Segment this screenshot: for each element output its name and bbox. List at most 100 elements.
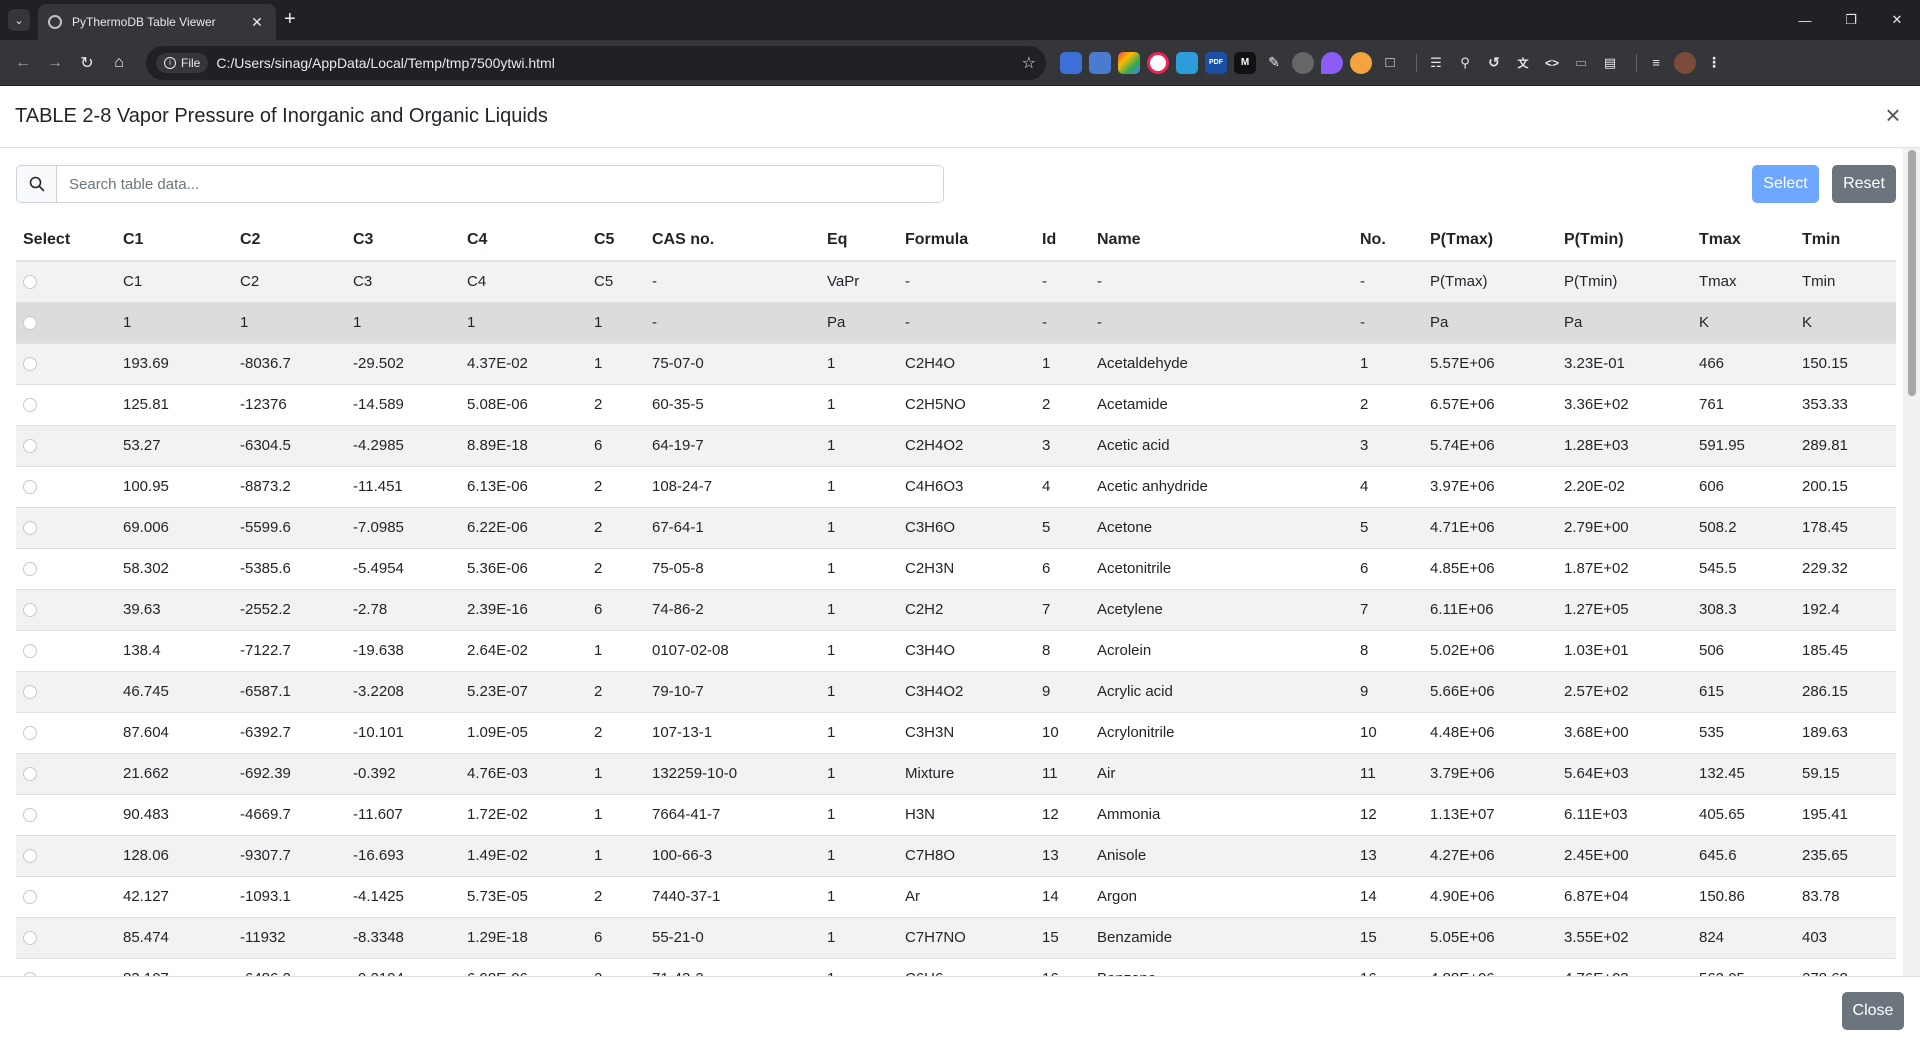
table-row[interactable]: 128.06 -9307.7 -16.693 1.49E-02 1 100-66-3 1 C7… [16,835,1896,877]
table-row[interactable]: 193.69 -8036.7 -29.502 4.37E-02 1 75-07-0 1 C2H… [16,343,1896,385]
row-select-radio[interactable] [23,398,37,413]
table-row[interactable]: 46.745 -6587.1 -3.2208 5.23E-07 2 79-10-7 1 C3H… [16,671,1896,713]
row-select-radio[interactable] [23,439,37,454]
table-row[interactable]: 138.4 -7122.7 -19.638 2.64E-02 1 0107-02-08 1 C… [16,630,1896,672]
url-text[interactable]: C:/Users/sinag/AppData/Local/Temp/tmp750… [216,55,1021,71]
column-header[interactable]: C3 [346,219,460,262]
column-header[interactable]: C4 [460,219,587,262]
column-header[interactable]: C1 [116,219,233,262]
column-header[interactable]: C2 [233,219,346,262]
table-row[interactable]: 85.474 -11932 -8.3348 1.29E-18 6 55-21-0 1 C7H7… [16,917,1896,959]
history-icon[interactable]: ↺ [1483,52,1505,74]
browser-tab[interactable]: PyThermoDB Table Viewer ✕ [38,4,276,40]
row-select-radio[interactable] [23,357,37,372]
row-select-radio[interactable] [23,931,37,946]
reader-icon[interactable]: ▤ [1599,52,1621,74]
menu-icon[interactable]: ⋮ [1703,52,1725,74]
key-icon[interactable]: ⚲ [1454,52,1476,74]
table-row[interactable]: 53.27 -6304.5 -4.2985 8.89E-18 6 64-19-7 1 C2H4… [16,425,1896,467]
window-close-icon[interactable]: ✕ [1874,0,1920,40]
column-header[interactable]: Tmin [1795,219,1896,262]
incognito-icon[interactable]: ☴ [1425,52,1447,74]
translate-page-icon[interactable]: 文 [1512,52,1534,74]
back-icon[interactable]: ← [8,48,38,78]
extension-icon[interactable] [1118,51,1140,74]
extension-icon[interactable]: M [1234,51,1256,74]
table-cell: 53.27 [116,425,233,467]
extension-icon[interactable] [1060,51,1082,74]
column-header[interactable]: CAS no. [645,219,820,262]
pen-icon[interactable]: ✎ [1263,52,1285,74]
row-select-radio[interactable] [23,316,37,331]
table-cell: C2H4O [898,343,1035,385]
close-button[interactable]: Close [1842,992,1904,1030]
column-header[interactable]: Eq [820,219,898,262]
bookmark-star-icon[interactable]: ☆ [1022,53,1036,73]
reload-icon[interactable]: ↻ [72,48,102,78]
table-row[interactable]: 90.483 -4669.7 -11.607 1.72E-02 1 7664-41-7 1 H… [16,794,1896,836]
column-header[interactable]: Tmax [1692,219,1795,262]
table-cell: - [1353,261,1423,303]
address-bar[interactable]: i File C:/Users/sinag/AppData/Local/Temp… [146,45,1046,80]
search-input[interactable] [57,166,943,202]
table-row[interactable]: 39.63 -2552.2 -2.78 2.39E-16 6 74-86-2 1 C2H2 7 A… [16,589,1896,631]
table-row[interactable]: C1 C2 C3 C4 C5- VaPr - - - - P(Tmax) P(Tmin) Tmax Tmi… [16,261,1896,303]
site-info-chip[interactable]: i File [156,52,209,73]
row-select-radio[interactable] [23,808,37,823]
minimize-icon[interactable]: — [1782,0,1828,40]
home-icon[interactable]: ⌂ [104,48,134,78]
table-cell: 60-35-5 [645,384,820,426]
table-row[interactable]: 125.81 -12376 -14.589 5.08E-06 2 60-35-5 1 C2H5… [16,384,1896,426]
tab-list-icon[interactable]: ⌄ [8,9,30,31]
puzzle-icon[interactable]: □ [1379,52,1401,74]
row-select-radio[interactable] [23,767,37,782]
media-icon[interactable]: ≡ [1645,52,1667,74]
new-tab-button[interactable]: + [284,9,296,29]
code-icon[interactable]: <> [1541,52,1563,74]
page-scrollbar[interactable] [1903,148,1920,976]
row-select-radio[interactable] [23,644,37,659]
table-row[interactable]: 1 1 1 1 1- Pa - - - - Pa Pa K K [16,302,1896,344]
pdf-icon[interactable]: PDF [1205,51,1227,74]
column-header[interactable]: Formula [898,219,1035,262]
scrollbar-thumb[interactable] [1908,150,1916,396]
translate-icon[interactable] [1089,51,1111,74]
table-row[interactable]: 21.662 -692.39 -0.392 4.76E-03 1 132259-10-0 1… [16,753,1896,795]
table-row[interactable]: 42.127 -1093.1 -4.1425 5.73E-05 2 7440-37-1 1 A… [16,876,1896,918]
row-select-radio[interactable] [23,685,37,700]
restore-icon[interactable]: ❐ [1828,0,1874,40]
select-button[interactable]: Select [1752,165,1819,203]
extension-icon[interactable] [1176,51,1198,74]
drop-icon[interactable] [1321,51,1343,74]
column-header[interactable]: Select [16,219,116,262]
column-header[interactable]: P(Tmax) [1423,219,1557,262]
row-select-radio[interactable] [23,521,37,536]
close-icon[interactable]: × [1880,102,1906,130]
row-select-radio[interactable] [23,562,37,577]
extension-icon[interactable] [1350,51,1372,74]
row-select-radio[interactable] [23,603,37,618]
row-select-radio[interactable] [23,849,37,864]
table-row[interactable]: 87.604 -6392.7 -10.101 1.09E-05 2 107-13-1 1 C3… [16,712,1896,754]
reset-button[interactable]: Reset [1832,165,1896,203]
row-select-radio[interactable] [23,275,37,290]
column-header[interactable]: Name [1090,219,1353,262]
table-row[interactable]: 100.95 -8873.2 -11.451 6.13E-06 2 108-24-7 1 C4… [16,466,1896,508]
avatar[interactable] [1674,51,1696,74]
tab-close-icon[interactable]: ✕ [248,14,266,31]
column-header[interactable]: No. [1353,219,1423,262]
column-header[interactable]: P(Tmin) [1557,219,1692,262]
row-select-radio[interactable] [23,480,37,495]
extension-icon[interactable] [1147,51,1169,74]
forward-icon[interactable]: → [40,48,70,78]
device-icon[interactable]: ▭ [1570,52,1592,74]
table-cell: 5.64E+03 [1557,753,1692,795]
table-row[interactable]: 69.006 -5599.6 -7.0985 6.22E-06 2 67-64-1 1 C3H… [16,507,1896,549]
column-header[interactable]: C5 [587,219,645,262]
table-row[interactable]: 58.302 -5385.6 -5.4954 5.36E-06 2 75-05-8 1 C2H… [16,548,1896,590]
extension-icon[interactable] [1292,51,1314,74]
row-select-radio[interactable] [23,890,37,905]
table-row[interactable]: 83.107-6486.2-9.21946.98E-06271-43-21C6H… [16,958,1896,976]
column-header[interactable]: Id [1035,219,1090,262]
row-select-radio[interactable] [23,726,37,741]
